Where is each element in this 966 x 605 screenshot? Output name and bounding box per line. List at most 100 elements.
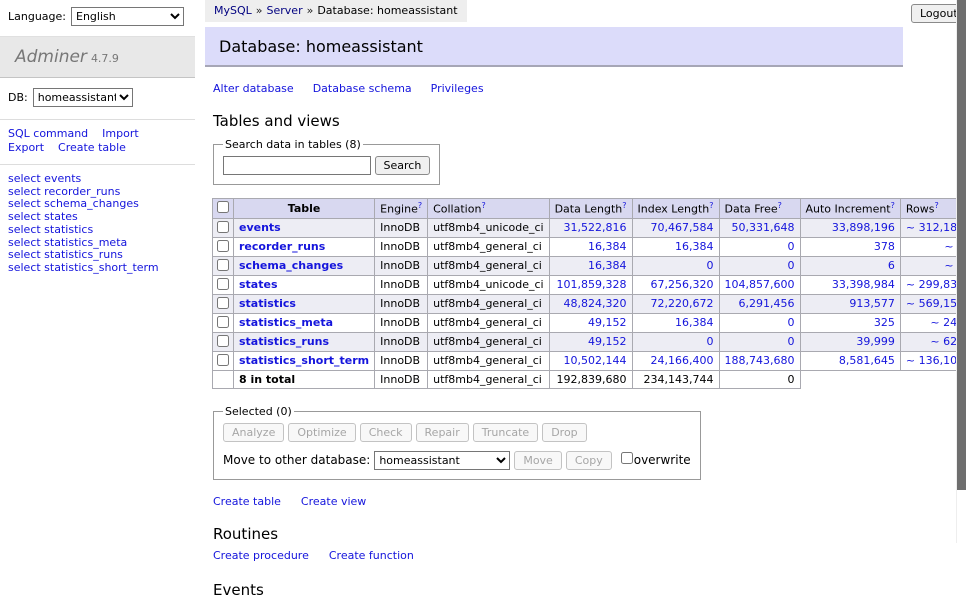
search-button[interactable]: Search [375, 156, 431, 175]
row-checkbox[interactable] [217, 316, 229, 328]
help-link[interactable]: ? [891, 201, 895, 210]
data-free-link[interactable]: 0 [788, 259, 795, 272]
data-length-link[interactable]: 49,152 [588, 316, 627, 329]
routine-create-link[interactable]: Create procedure [213, 549, 309, 562]
data-free-link[interactable]: 0 [788, 240, 795, 253]
data-free-link[interactable]: 0 [788, 335, 795, 348]
table-name-link[interactable]: states [239, 278, 278, 291]
index-length-cell: 0 [632, 332, 719, 351]
sidebar-select-link[interactable]: select events [8, 173, 187, 186]
main-content: MySQL»Server»Database: homeassistant Dat… [205, 0, 903, 605]
row-checkbox[interactable] [217, 297, 229, 309]
sidebar-action-link[interactable]: Import [102, 127, 139, 140]
sidebar-action-link[interactable]: Create table [58, 141, 126, 154]
table-name-link[interactable]: statistics_meta [239, 316, 333, 329]
breadcrumb-link[interactable]: Server [267, 4, 303, 17]
index-length-link[interactable]: 70,467,584 [651, 221, 714, 234]
drop-button[interactable]: Drop [542, 423, 586, 442]
row-checkbox[interactable] [217, 335, 229, 347]
database-action-link[interactable]: Privileges [431, 82, 484, 95]
copy-button[interactable]: Copy [566, 451, 612, 470]
data-free-link[interactable]: 104,857,600 [725, 278, 795, 291]
data-length-link[interactable]: 16,384 [588, 259, 627, 272]
database-action-link[interactable]: Database schema [313, 82, 412, 95]
check-button[interactable]: Check [360, 423, 412, 442]
auto-increment-link[interactable]: 913,577 [849, 297, 895, 310]
data-length-link[interactable]: 101,859,328 [557, 278, 627, 291]
row-checkbox[interactable] [217, 240, 229, 252]
data-length-cell: 16,384 [549, 256, 632, 275]
auto-increment-link[interactable]: 6 [888, 259, 895, 272]
auto-increment-link[interactable]: 39,999 [856, 335, 895, 348]
table-name-cell: schema_changes [234, 256, 375, 275]
data-length-link[interactable]: 16,384 [588, 240, 627, 253]
index-length-link[interactable]: 16,384 [675, 240, 714, 253]
table-name-link[interactable]: statistics [239, 297, 296, 310]
auto-increment-link[interactable]: 8,581,645 [839, 354, 895, 367]
database-action-link[interactable]: Alter database [213, 82, 294, 95]
data-free-link[interactable]: 6,291,456 [739, 297, 795, 310]
create-link[interactable]: Create table [213, 495, 281, 508]
data-free-link[interactable]: 50,331,648 [732, 221, 795, 234]
repair-button[interactable]: Repair [416, 423, 469, 442]
sidebar-action-link[interactable]: Export [8, 141, 44, 154]
data-free-link[interactable]: 0 [788, 316, 795, 329]
table-name-link[interactable]: schema_changes [239, 259, 343, 272]
vertical-scrollbar[interactable] [956, 0, 966, 543]
data-length-link[interactable]: 31,522,816 [564, 221, 627, 234]
index-length-link[interactable]: 67,256,320 [651, 278, 714, 291]
help-link[interactable]: ? [934, 201, 938, 210]
index-length-link[interactable]: 72,220,672 [651, 297, 714, 310]
db-select[interactable]: homeassistant [33, 88, 133, 107]
row-checkbox[interactable] [217, 221, 229, 233]
row-checkbox[interactable] [217, 259, 229, 271]
index-length-link[interactable]: 0 [707, 259, 714, 272]
data-length-link[interactable]: 49,152 [588, 335, 627, 348]
auto-increment-link[interactable]: 33,398,984 [832, 278, 895, 291]
help-link[interactable]: ? [709, 201, 713, 210]
table-name-cell: statistics [234, 294, 375, 313]
row-checkbox[interactable] [217, 278, 229, 290]
help-link[interactable]: ? [481, 201, 485, 210]
table-name-link[interactable]: statistics_short_term [239, 354, 369, 367]
data-free-cell: 0 [719, 332, 800, 351]
help-link[interactable]: ? [778, 201, 782, 210]
help-link[interactable]: ? [418, 201, 422, 210]
table-name-link[interactable]: statistics_runs [239, 335, 329, 348]
auto-increment-link[interactable]: 325 [874, 316, 895, 329]
routines-links: Create procedure Create function [213, 549, 903, 562]
table-name-link[interactable]: events [239, 221, 281, 234]
breadcrumb-link[interactable]: MySQL [214, 4, 252, 17]
truncate-button[interactable]: Truncate [473, 423, 538, 442]
search-input[interactable] [223, 156, 371, 175]
index-length-link[interactable]: 0 [707, 335, 714, 348]
scrollbar-thumb[interactable] [957, 0, 966, 490]
row-checkbox[interactable] [217, 354, 229, 366]
index-length-link[interactable]: 16,384 [675, 316, 714, 329]
collation-cell: utf8mb4_general_ci [428, 313, 549, 332]
data-length-link[interactable]: 48,824,320 [564, 297, 627, 310]
help-link[interactable]: ? [622, 201, 626, 210]
selected-legend: Selected (0) [223, 405, 294, 418]
optimize-button[interactable]: Optimize [288, 423, 355, 442]
create-link[interactable]: Create view [301, 495, 366, 508]
analyze-button[interactable]: Analyze [223, 423, 284, 442]
move-button[interactable]: Move [514, 451, 562, 470]
auto-increment-link[interactable]: 378 [874, 240, 895, 253]
move-db-select[interactable]: homeassistant [374, 451, 510, 470]
sidebar-select-link[interactable]: select states [8, 211, 187, 224]
language-select[interactable]: English [71, 7, 184, 26]
data-length-link[interactable]: 10,502,144 [564, 354, 627, 367]
auto-increment-link[interactable]: 33,898,196 [832, 221, 895, 234]
table-name-link[interactable]: recorder_runs [239, 240, 325, 253]
overwrite-checkbox[interactable] [621, 452, 633, 464]
routine-create-link[interactable]: Create function [329, 549, 414, 562]
sidebar-action-link[interactable]: SQL command [8, 127, 88, 140]
index-length-link[interactable]: 24,166,400 [651, 354, 714, 367]
select-all-checkbox[interactable] [217, 201, 229, 213]
sidebar-select-link[interactable]: select statistics_short_term [8, 262, 187, 275]
search-legend: Search data in tables (8) [223, 138, 363, 151]
sidebar-select-link[interactable]: select statistics [8, 224, 187, 237]
data-free-link[interactable]: 188,743,680 [725, 354, 795, 367]
total-label-cell: 8 in total [234, 370, 375, 388]
